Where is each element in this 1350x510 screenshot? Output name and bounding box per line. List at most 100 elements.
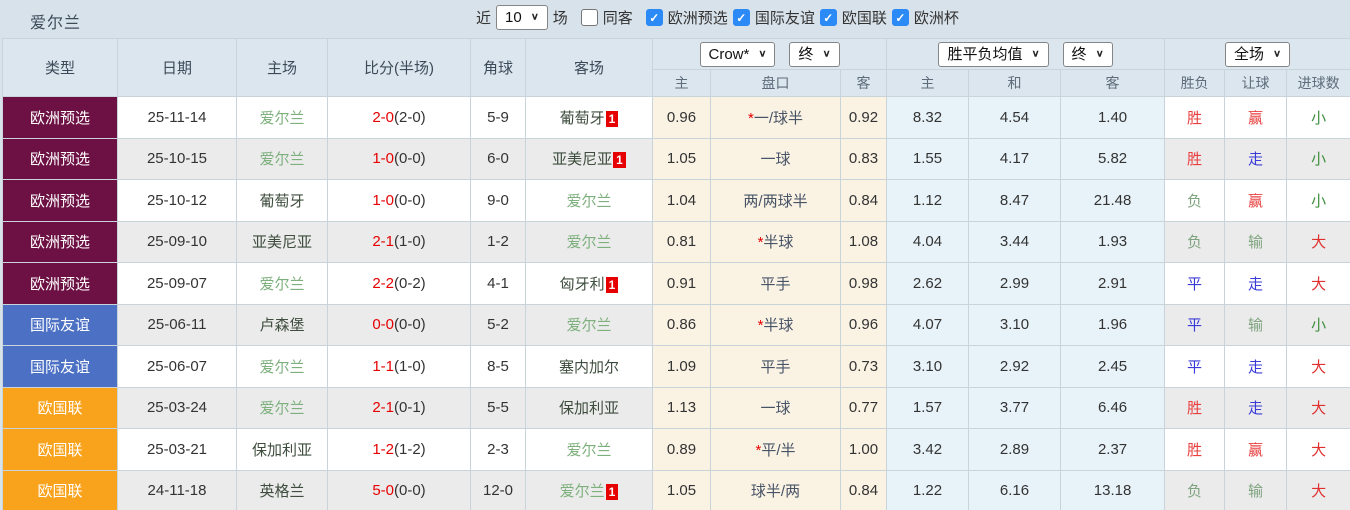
team-name: 保加利亚 [251,441,312,459]
home-team-cell: 卢森堡 [236,303,328,346]
ah-home-odds-cell: 0.89 [652,428,711,471]
avg-home-odds-cell: 1.55 [886,137,970,180]
subcol-ah-away: 客 [839,69,888,97]
team-name: 爱尔兰 [566,441,612,459]
chevron-down-icon: ∨ [1031,48,1040,59]
header-group-row: 类型 日期 主场 比分(半场) 角球 客场 Crow* ∨ 终 ∨ 胜平负均值 … [2,38,1350,97]
subcol-avg-away: 客 [1060,69,1166,97]
result-group-header: 全场 ∨ [1164,38,1350,70]
filter-checkbox[interactable]: ✓ [645,9,663,26]
score-cell: 2-1(0-1) [327,386,471,429]
handicap-cell: *平/半 [710,428,841,471]
avg-draw-odds-cell: 8.47 [968,179,1062,222]
handicap-cell: 平手 [710,262,841,305]
corners-cell: 9-0 [470,179,526,222]
filter-label: 国际友谊 [754,10,815,27]
half-score: (0-1) [394,399,426,417]
avg-away-odds-cell: 2.37 [1060,428,1166,471]
ah-away-odds-cell: 0.77 [839,386,888,429]
goals-result-cell: 大 [1286,262,1350,305]
scope-select[interactable]: 全场 ∨ [1225,41,1291,67]
away-team-cell: 爱尔兰 [525,428,653,471]
filter-checkbox[interactable]: ✓ [891,9,909,26]
rank-badge: 1 [605,484,619,501]
handicap-star: * [757,317,764,335]
filter-checkbox[interactable]: ✓ [819,9,837,26]
rank-badge: 1 [605,110,619,127]
handicap-star: * [755,441,762,459]
wdl-result-cell: 负 [1164,179,1226,222]
full-score: 2-1 [372,399,394,417]
subcol-ah-home: 主 [652,69,711,97]
corners-cell: 6-0 [470,137,526,180]
corners-cell: 5-9 [470,96,526,139]
recent-count-select[interactable]: 10 ∨ [496,5,548,30]
goals-result-cell: 大 [1286,386,1350,429]
recent-count-value: 10 [505,9,522,26]
handicap-result-cell: 输 [1224,220,1288,263]
handicap-result-cell: 输 [1224,303,1288,346]
away-team-cell: 塞内加尔 [525,345,653,388]
full-score: 2-0 [372,108,394,126]
ah-away-odds-cell: 1.00 [839,428,888,471]
match-date-cell: 25-10-15 [117,137,237,180]
match-date-cell: 25-09-07 [117,262,237,305]
handicap-time-select[interactable]: 终 ∨ [789,41,840,67]
corners-cell: 4-1 [470,262,526,305]
avg-home-odds-cell: 1.22 [886,469,970,510]
team-name: 爱尔兰 [259,358,305,376]
team-name: 爱尔兰 [559,483,605,501]
avg-away-odds-cell: 2.91 [1060,262,1166,305]
team-name: 塞内加尔 [558,358,619,376]
ah-home-odds-cell: 1.04 [652,179,711,222]
wdl-result-cell: 负 [1164,220,1226,263]
match-type-cell: 欧洲预选 [2,96,118,139]
full-score: 2-2 [372,274,394,292]
match-date-cell: 25-03-21 [117,428,237,471]
same-away-checkbox[interactable] [580,9,598,26]
goals-result-cell: 小 [1286,179,1350,222]
handicap-result-cell: 赢 [1224,179,1288,222]
handicap-cell: 球半/两 [710,469,841,510]
handicap-result-cell: 走 [1224,345,1288,388]
table-header: 类型 日期 主场 比分(半场) 角球 客场 Crow* ∨ 终 ∨ 胜平负均值 … [2,38,1350,97]
avg-draw-odds-cell: 2.92 [968,345,1062,388]
wdl-result-cell: 胜 [1164,96,1226,139]
home-team-cell: 英格兰 [236,469,328,510]
home-team-cell: 保加利亚 [236,428,328,471]
handicap-star: * [747,109,754,127]
score-cell: 5-0(0-0) [327,469,471,510]
away-team-cell: 保加利亚 [525,386,653,429]
scope-select-value: 全场 [1234,45,1265,63]
odds-type-select[interactable]: 胜平负均值 ∨ [938,41,1049,67]
ah-home-odds-cell: 0.96 [652,96,711,139]
filter-checkbox[interactable]: ✓ [732,9,750,26]
rank-badge: 1 [613,152,626,169]
match-type-cell: 国际友谊 [2,345,118,388]
score-cell: 2-0(2-0) [327,96,471,139]
away-team-cell: 爱尔兰 1 [525,469,653,510]
ah-home-odds-cell: 0.86 [652,303,711,346]
col-header-corners: 角球 [470,38,526,97]
odds-time-select[interactable]: 终 ∨ [1062,41,1113,67]
avg-away-odds-cell: 1.40 [1060,96,1166,139]
handicap-cell: 一球 [710,137,841,180]
match-history-panel: 爱尔兰 近 10 ∨ 场 同客 ✓ 欧洲预选 ✓ 国际友谊 ✓ 欧国联 ✓ 欧洲… [0,0,1350,510]
ah-away-odds-cell: 0.92 [839,96,888,139]
half-score: (1-0) [394,357,426,375]
bookmaker-select[interactable]: Crow* ∨ [699,41,776,67]
avg-home-odds-cell: 3.10 [886,345,970,388]
avg-away-odds-cell: 6.46 [1060,386,1166,429]
ah-away-odds-cell: 0.73 [839,345,888,388]
corners-cell: 5-2 [470,303,526,346]
col-header-home: 主场 [236,38,328,97]
handicap-star: * [757,234,764,252]
handicap-result-cell: 赢 [1224,428,1288,471]
match-date-cell: 25-10-12 [117,179,237,222]
team-name: 亚美尼亚 [552,151,613,169]
home-team-cell: 爱尔兰 [236,386,328,429]
avg-away-odds-cell: 1.96 [1060,303,1166,346]
subcol-goals: 进球数 [1286,69,1350,97]
chevron-down-icon: ∨ [1095,48,1104,59]
avg-home-odds-cell: 1.12 [886,179,970,222]
